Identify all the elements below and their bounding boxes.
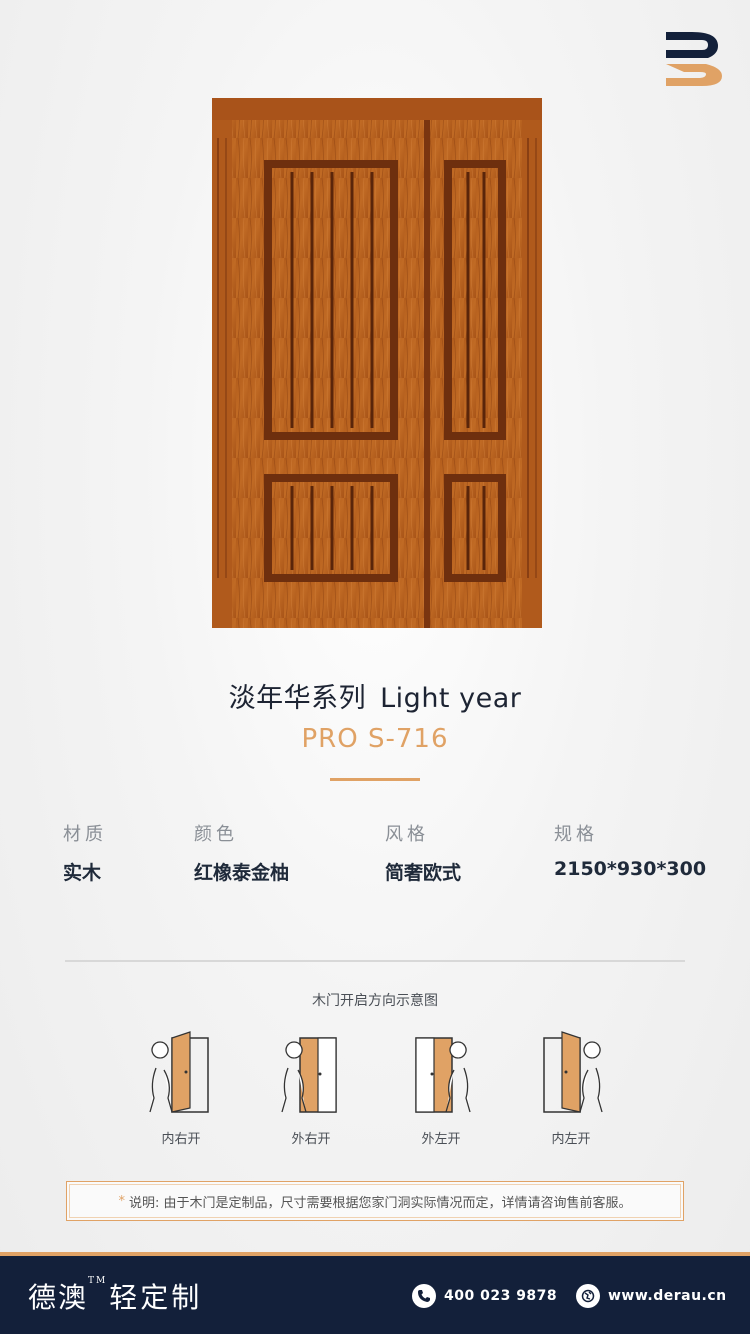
spec-label: 材质 [63,824,107,845]
phone-number[interactable]: 400 023 9878 [444,1288,557,1304]
inward-right-open-icon [149,1031,209,1113]
phone-contact[interactable]: 400 023 9878 [412,1284,557,1308]
product-model: PRO S-716 [301,724,449,754]
spec-label: 颜色 [194,824,238,845]
website-link[interactable]: www.derau.cn [608,1288,727,1304]
diagram-inward-left: 内左开 [526,1028,616,1158]
note-star: * [118,1193,125,1209]
diagram-outward-right: 外右开 [266,1028,356,1158]
brand-subtitle: 轻定制 [109,1281,203,1314]
spec-value: 2150*930*300 [554,858,707,880]
spec-size: 规格 2150*930*300 [554,820,706,880]
diagram-caption: 内右开 [161,1132,201,1147]
diagram-caption: 外右开 [291,1132,331,1147]
phone-icon [412,1284,436,1308]
footer-brand: 德澳TM轻定制 [28,1276,202,1316]
spec-label: 规格 [554,824,598,845]
footer-bar: 德澳TM轻定制 400 023 9878 www.derau.cn [0,1252,750,1334]
spec-value: 简奢欧式 [385,862,462,884]
website-contact[interactable]: www.derau.cn [576,1284,727,1308]
diagram-caption: 外左开 [421,1132,461,1147]
product-title: 淡年华系列 Light year [0,676,750,715]
inward-left-open-icon [543,1031,603,1113]
spec-material: 材质 实木 [63,820,107,885]
globe-icon [576,1284,600,1308]
outward-left-open-icon [415,1037,471,1113]
series-name-en: Light year [380,683,522,714]
spec-value: 实木 [63,862,102,884]
brand-name: 德澳 [28,1281,89,1314]
diagram-outward-left: 外左开 [396,1028,486,1158]
custom-size-note: * 说明: 由于木门是定制品，尺寸需要根据您家门洞实际情况而定，详情请咨询售前客… [66,1181,684,1221]
spec-value: 红橡泰金柚 [194,862,290,884]
spec-color: 颜色 红橡泰金柚 [194,820,289,885]
outward-right-open-icon [281,1037,337,1113]
series-name-cn: 淡年华系列 [228,683,367,714]
section-divider [65,960,685,962]
door-product-image [212,98,542,628]
accent-divider [330,778,420,781]
note-text: 说明: 由于木门是定制品，尺寸需要根据您家门洞实际情况而定，详情请咨询售前客服。 [128,1195,632,1211]
diagram-caption: 内左开 [551,1132,591,1147]
brand-logo-icon [662,28,726,90]
spec-label: 风格 [385,824,429,845]
diagram-title: 木门开启方向示意图 [312,993,438,1009]
trademark-mark: TM [88,1276,108,1286]
diagram-inward-right: 内右开 [136,1028,226,1158]
spec-style: 风格 简奢欧式 [385,820,461,885]
